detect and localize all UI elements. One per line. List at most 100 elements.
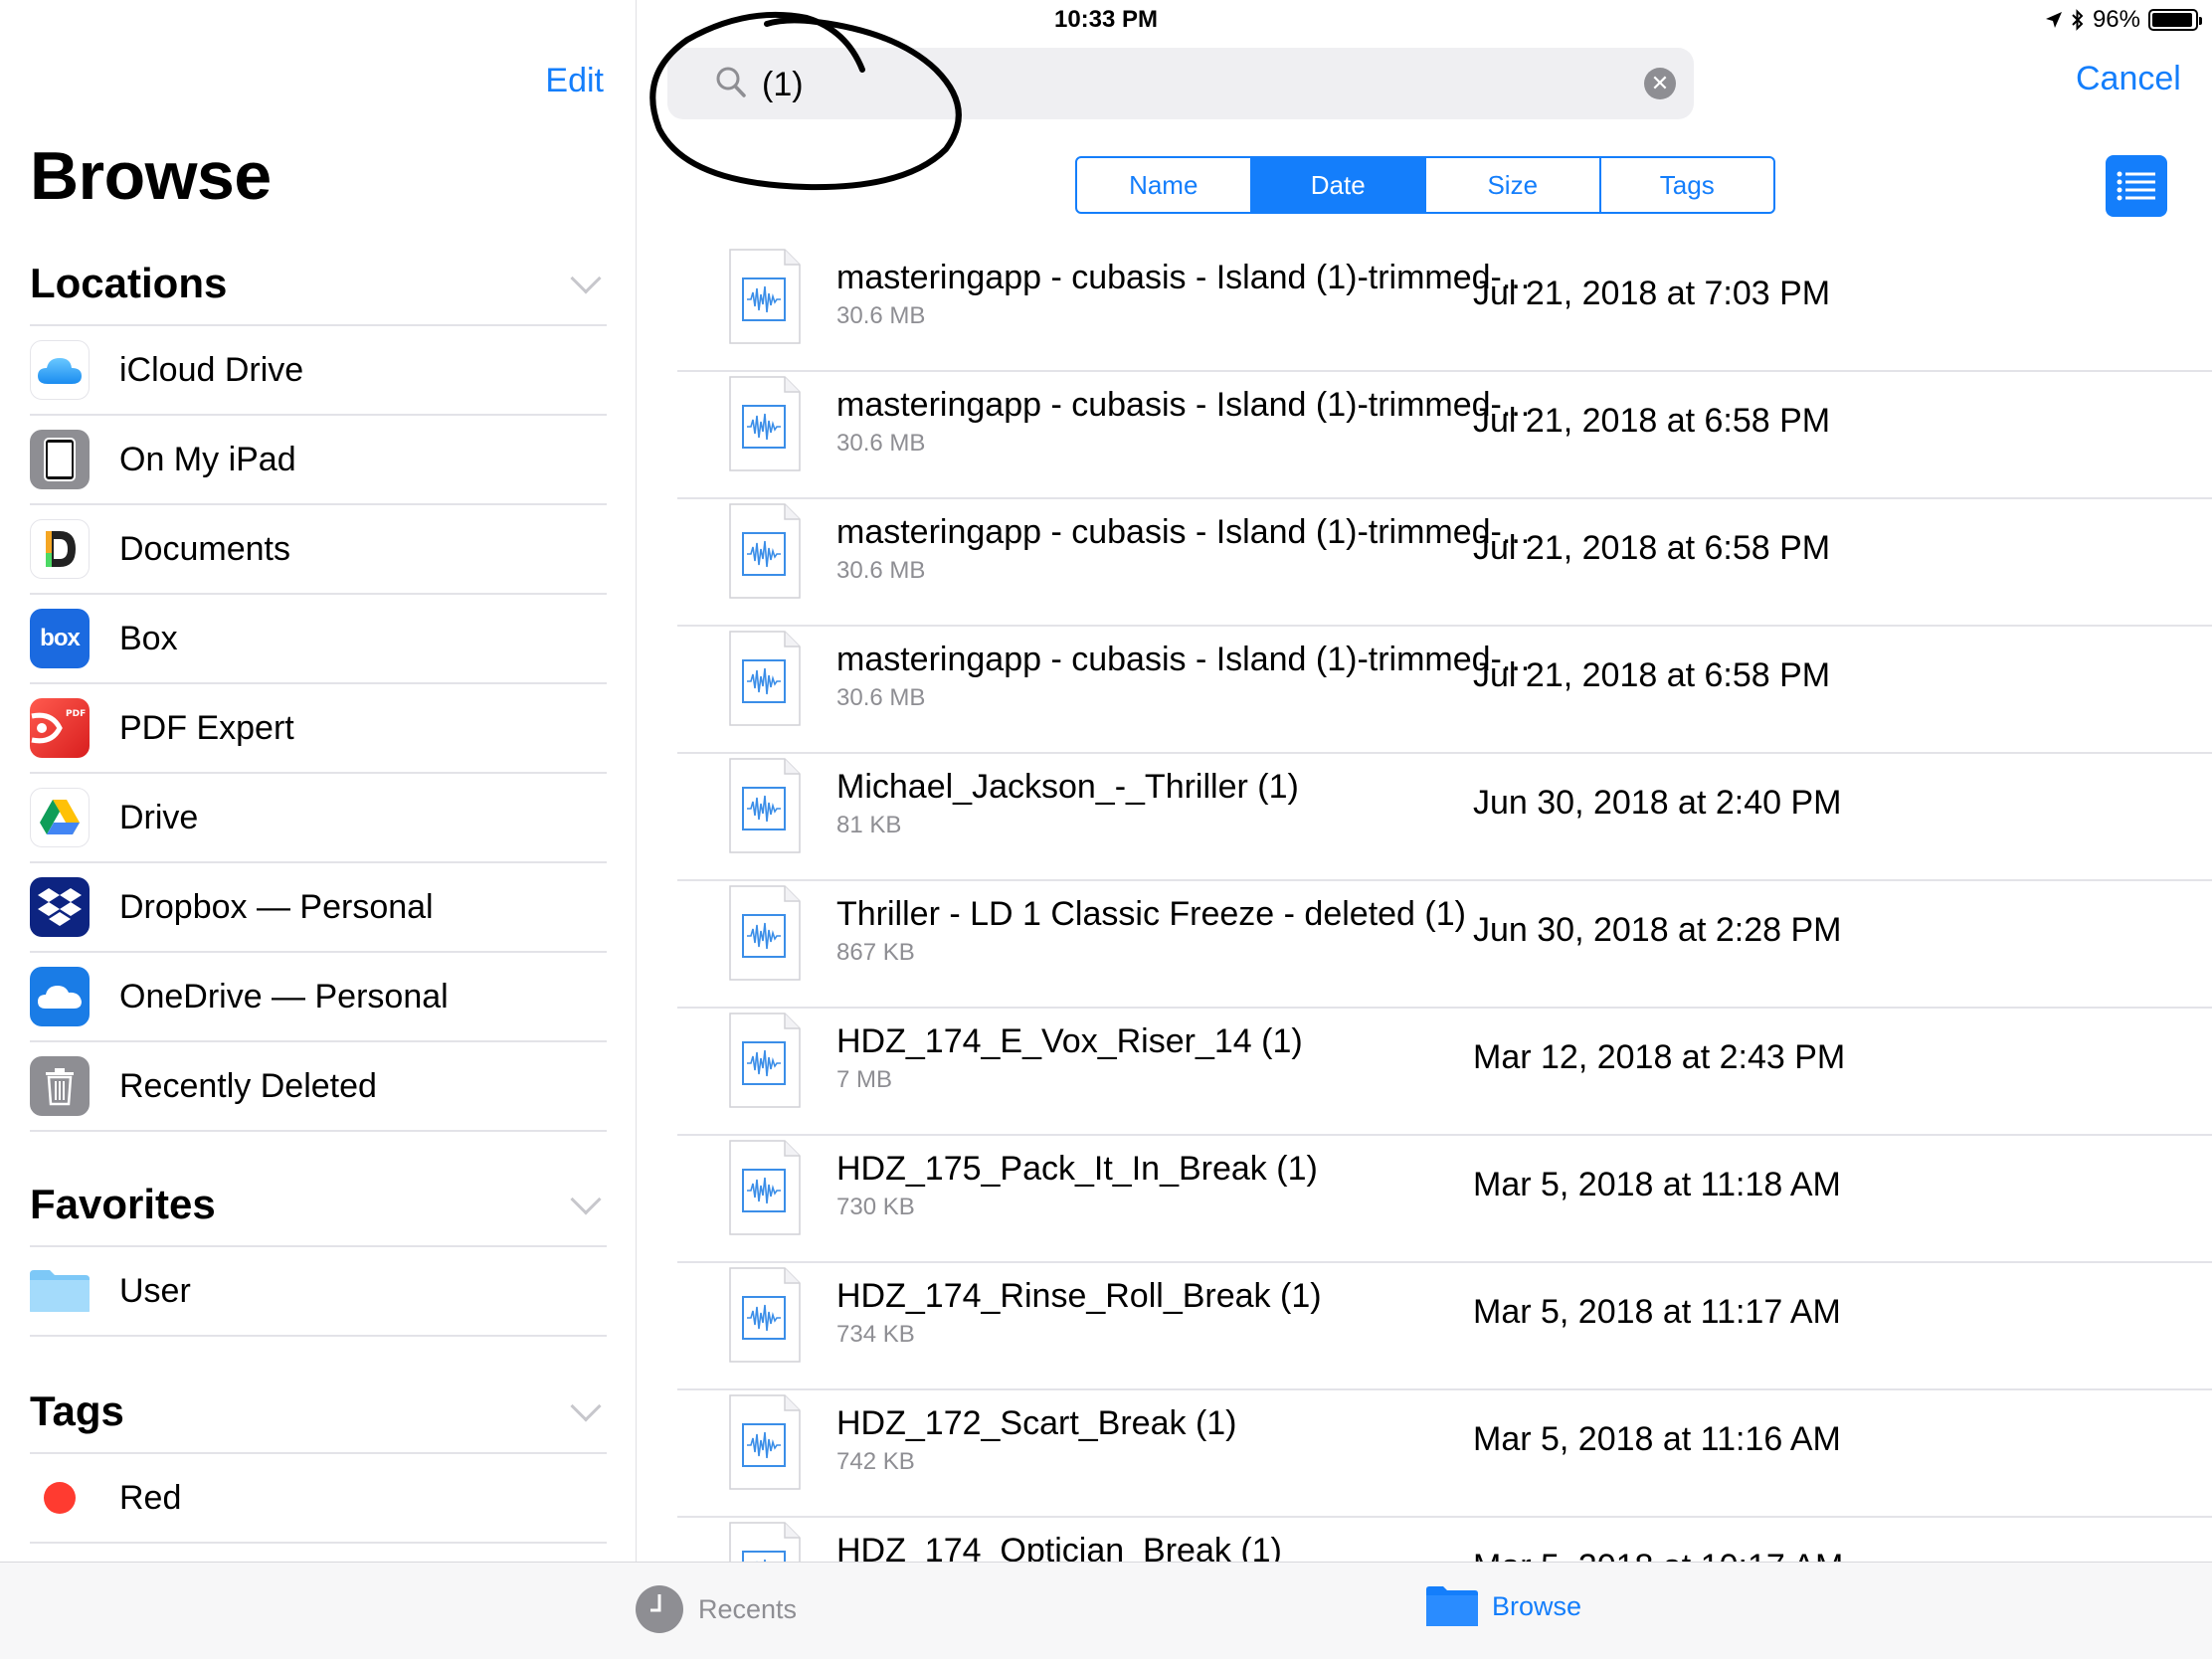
file-row[interactable]: Michael_Jackson_-_Thriller (1) 81 KB Jun 3… [677, 754, 2212, 881]
file-date: Jul 21, 2018 at 7:03 PM [1473, 275, 1831, 312]
svg-text:PDF: PDF [66, 709, 86, 719]
file-name: HDZ_174_E_Vox_Riser_14 (1) [836, 1022, 1303, 1060]
sidebar-item-label: Dropbox — Personal [119, 887, 434, 926]
favorites-header[interactable]: Favorites [30, 1164, 607, 1247]
file-size: 30.6 MB [836, 557, 926, 584]
file-date: Mar 5, 2018 at 11:16 AM [1473, 1420, 1841, 1458]
file-date: Mar 12, 2018 at 2:43 PM [1473, 1038, 1846, 1076]
dropbox-icon [30, 877, 90, 937]
tags-header[interactable]: Tags [30, 1371, 607, 1454]
sort-tags-tab[interactable]: Tags [1601, 158, 1774, 212]
tags-title: Tags [30, 1387, 124, 1434]
file-date: Jun 30, 2018 at 2:28 PM [1473, 911, 1842, 949]
file-list: masteringapp - cubasis - Island (1)-trim… [677, 245, 2212, 1562]
edit-button[interactable]: Edit [545, 62, 604, 100]
file-size: 730 KB [836, 1194, 915, 1220]
sidebar: Edit Browse Locations iCloud Drive On My… [0, 0, 637, 1562]
sidebar-item-label: Red [119, 1478, 182, 1517]
file-date: Jul 21, 2018 at 6:58 PM [1473, 402, 1831, 440]
audio-file-icon [729, 1394, 801, 1490]
pdf-expert-icon: PDF [30, 698, 90, 758]
sidebar-item-label: Recently Deleted [119, 1066, 377, 1105]
documents-app-icon [30, 519, 90, 579]
chevron-down-icon[interactable] [570, 1390, 602, 1422]
cancel-button[interactable]: Cancel [2076, 60, 2181, 98]
audio-file-icon [729, 1140, 801, 1235]
search-icon [716, 67, 746, 97]
sidebar-item-onedrive[interactable]: OneDrive — Personal [30, 953, 607, 1042]
audio-file-icon [729, 249, 801, 344]
tags-section: Tags Red [30, 1371, 607, 1544]
file-row[interactable]: HDZ_174_E_Vox_Riser_14 (1) 7 MB Mar 12, 20… [677, 1009, 2212, 1136]
search-bar[interactable]: ✕ [667, 48, 1694, 119]
favorites-title: Favorites [30, 1181, 216, 1227]
chevron-down-icon[interactable] [570, 1184, 602, 1215]
file-row[interactable]: HDZ_174_Rinse_Roll_Break (1) 734 KB Mar 5,… [677, 1263, 2212, 1390]
file-name: HDZ_174_Rinse_Roll_Break (1) [836, 1277, 1322, 1315]
file-size: 742 KB [836, 1448, 915, 1475]
file-size: 7 MB [836, 1066, 893, 1093]
sidebar-item-pdf-expert[interactable]: PDF PDF Expert [30, 684, 607, 774]
sidebar-item-label: User [119, 1271, 191, 1310]
box-app-icon: box [30, 609, 90, 668]
sidebar-item-tag-red[interactable]: Red [30, 1454, 607, 1544]
page-title: Browse [30, 138, 272, 214]
locations-title: Locations [30, 260, 228, 306]
file-row[interactable]: HDZ_174_Optician_Break (1) Mar 5, 2018 at… [677, 1518, 2212, 1562]
sidebar-item-label: Documents [119, 529, 290, 568]
file-name: HDZ_172_Scart_Break (1) [836, 1404, 1237, 1442]
tab-recents-label: Recents [698, 1593, 798, 1624]
file-date: Mar 5, 2018 at 11:17 AM [1473, 1293, 1841, 1331]
file-row[interactable]: HDZ_172_Scart_Break (1) 742 KB Mar 5, 2018… [677, 1390, 2212, 1518]
file-row[interactable]: Thriller - LD 1 Classic Freeze - deleted… [677, 881, 2212, 1009]
clock-icon [636, 1585, 683, 1633]
audio-file-icon [729, 503, 801, 599]
sidebar-item-box[interactable]: box Box [30, 595, 607, 684]
folder-icon [30, 1261, 90, 1321]
sidebar-item-dropbox[interactable]: Dropbox — Personal [30, 863, 607, 953]
tab-browse[interactable]: Browse [1426, 1584, 1581, 1628]
audio-file-icon [729, 1013, 801, 1108]
sort-name-tab[interactable]: Name [1077, 158, 1252, 212]
locations-header[interactable]: Locations [30, 243, 607, 326]
file-name: Thriller - LD 1 Classic Freeze - deleted… [836, 895, 1466, 933]
sidebar-item-documents[interactable]: Documents [30, 505, 607, 595]
audio-file-icon [729, 1522, 801, 1562]
file-row[interactable]: HDZ_175_Pack_It_In_Break (1) 730 KB Mar 5,… [677, 1136, 2212, 1263]
sidebar-item-label: iCloud Drive [119, 350, 304, 389]
file-row[interactable]: masteringapp - cubasis - Island (1)-trim… [677, 372, 2212, 499]
sort-date-tab[interactable]: Date [1251, 158, 1426, 212]
sidebar-item-icloud-drive[interactable]: iCloud Drive [30, 326, 607, 416]
tab-bar: Recents Browse [0, 1562, 2212, 1659]
file-row[interactable]: masteringapp - cubasis - Island (1)-trim… [677, 499, 2212, 627]
file-name: masteringapp - cubasis - Island (1)-trim… [836, 641, 1531, 678]
file-date: Mar 5, 2018 at 10:17 AM [1473, 1548, 1843, 1562]
sort-size-tab[interactable]: Size [1426, 158, 1601, 212]
favorites-section: Favorites User [30, 1164, 607, 1337]
tab-recents[interactable]: Recents [635, 1584, 797, 1634]
sidebar-item-drive[interactable]: Drive [30, 774, 607, 863]
ipad-icon [30, 430, 90, 489]
file-name: masteringapp - cubasis - Island (1)-trim… [836, 513, 1531, 551]
list-view-toggle[interactable] [2106, 155, 2167, 217]
search-input[interactable] [762, 66, 1558, 104]
clear-search-button[interactable]: ✕ [1644, 68, 1676, 99]
sidebar-item-label: On My iPad [119, 440, 296, 478]
main-pane: ✕ Cancel Name Date Size Tags masteringap… [638, 0, 2212, 1562]
file-size: 867 KB [836, 939, 915, 966]
file-size: 30.6 MB [836, 684, 926, 711]
sidebar-item-on-my-ipad[interactable]: On My iPad [30, 416, 607, 505]
folder-icon [1426, 1586, 1478, 1626]
google-drive-icon [30, 788, 90, 847]
list-view-icon [2117, 171, 2155, 201]
file-row[interactable]: masteringapp - cubasis - Island (1)-trim… [677, 627, 2212, 754]
file-size: 30.6 MB [836, 302, 926, 329]
file-row[interactable]: masteringapp - cubasis - Island (1)-trim… [677, 245, 2212, 372]
file-size: 81 KB [836, 812, 902, 838]
file-date: Jul 21, 2018 at 6:58 PM [1473, 529, 1831, 567]
chevron-down-icon[interactable] [570, 263, 602, 294]
sidebar-item-label: Drive [119, 798, 199, 836]
sidebar-item-user[interactable]: User [30, 1247, 607, 1337]
sidebar-item-recently-deleted[interactable]: Recently Deleted [30, 1042, 607, 1132]
file-size: 30.6 MB [836, 430, 926, 457]
